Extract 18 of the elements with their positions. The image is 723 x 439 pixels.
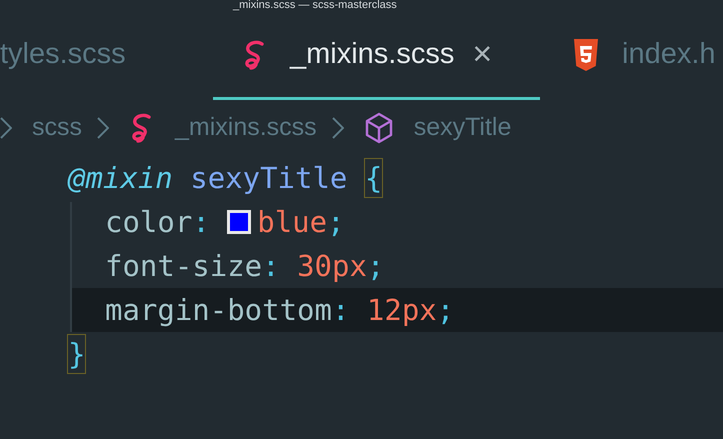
editor-tab[interactable]: _mixins.scss × [213, 12, 540, 100]
editor-tab[interactable]: index.h [540, 12, 723, 100]
code-line: @mixin sexyTitle { [0, 156, 723, 200]
close-icon[interactable]: × [472, 29, 492, 80]
chevron-right-icon [0, 117, 12, 139]
breadcrumb-item[interactable]: scss [32, 109, 82, 147]
chevron-right-icon [97, 117, 109, 139]
breadcrumb-item[interactable]: _mixins.scss [175, 109, 317, 147]
shield-icon [572, 38, 600, 70]
code-line: font-size: 30px; [104, 248, 386, 285]
code-line: } [0, 332, 723, 376]
code-line: color: blue; [104, 204, 346, 241]
chevron-right-icon [332, 117, 344, 139]
window-title: _mixins.scss — scss-masterclass [233, 0, 397, 12]
breadcrumb-item[interactable]: sexyTitle [414, 109, 512, 147]
cube-icon [364, 112, 394, 144]
editor-tab[interactable]: tyles.scss [0, 12, 213, 100]
color-swatch[interactable] [227, 210, 252, 234]
